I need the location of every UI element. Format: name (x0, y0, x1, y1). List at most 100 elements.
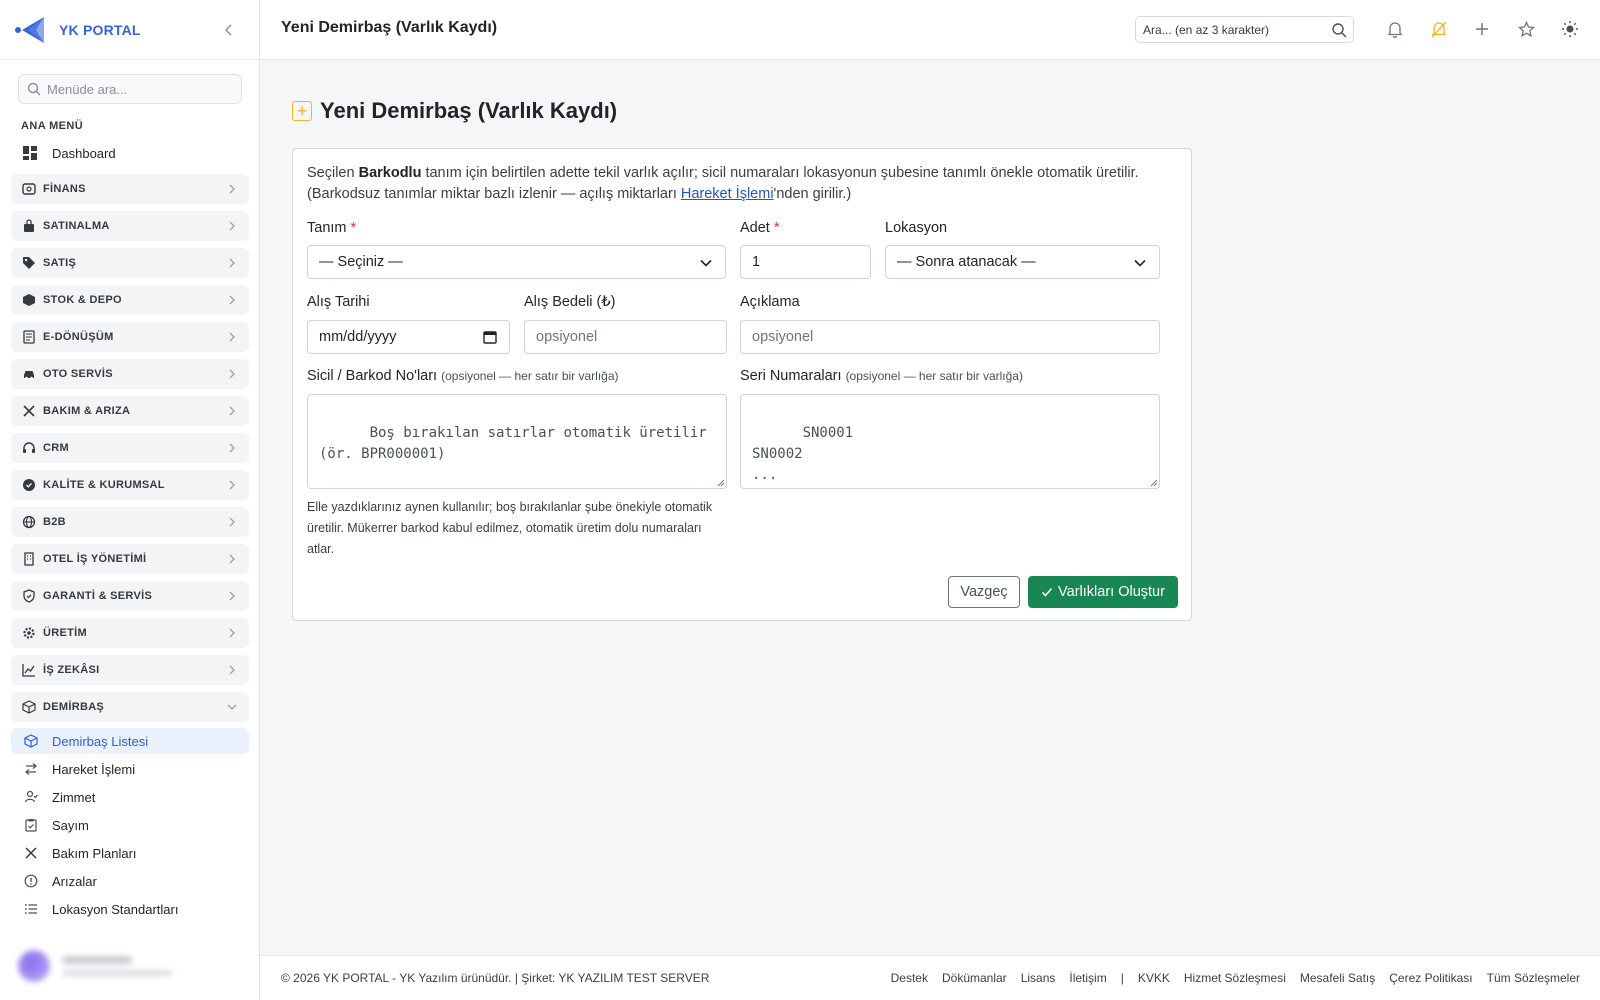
bell-icon[interactable] (1385, 19, 1405, 39)
alis-tarihi-label: Alış Tarihi (307, 294, 370, 310)
resize-grip-icon[interactable] (1150, 479, 1158, 487)
sidebar-cat-garanti-servis[interactable]: GARANTİ & SERVİS (11, 581, 249, 611)
sidebar-cat-b2b[interactable]: B2B (11, 507, 249, 537)
sidebar-cat-label: BAKIM & ARIZA (43, 405, 131, 417)
global-search[interactable] (1135, 16, 1354, 43)
sicil-textarea[interactable]: Boş bırakılan satırlar otomatik üretilir… (307, 394, 727, 489)
sidebar-item-label: Zimmet (52, 789, 96, 805)
sidebar-cat-oto-servis[interactable]: OTO SERVİS (11, 359, 249, 389)
intro-text: 'nden girilir.) (773, 186, 852, 202)
chevron-right-icon (229, 591, 235, 601)
sidebar-item-bakim-planlari[interactable]: Bakım Planları (11, 840, 249, 866)
tanim-select[interactable]: — Seçiniz — (307, 245, 726, 279)
sidebar-cat-is-zekasi[interactable]: İŞ ZEKÂSI (11, 655, 249, 685)
chevron-right-icon (229, 554, 235, 564)
seri-label: Seri Numaraları (opsiyonel — her satır b… (740, 368, 1023, 384)
sidebar-item-label: Dashboard (52, 145, 116, 161)
sidebar-item-dashboard[interactable]: Dashboard (22, 143, 116, 163)
search-icon[interactable] (1331, 22, 1347, 38)
sicil-placeholder: Boş bırakılan satırlar otomatik üretilir… (319, 425, 716, 462)
headset-icon (21, 440, 37, 456)
sidebar-cat-crm[interactable]: CRM (11, 433, 249, 463)
tag-icon (21, 255, 37, 271)
sidebar-cat-finans[interactable]: FİNANS (11, 174, 249, 204)
footer-link-lisans[interactable]: Lisans (1021, 971, 1056, 985)
chevron-right-icon (229, 184, 235, 194)
sidebar-cat-stok-depo[interactable]: STOK & DEPO (11, 285, 249, 315)
badge-check-icon (21, 477, 37, 493)
adet-input[interactable]: 1 (740, 245, 871, 279)
menu-search[interactable] (18, 74, 242, 104)
sidebar-item-sayim[interactable]: Sayım (11, 812, 249, 838)
sun-icon[interactable] (1560, 19, 1580, 39)
list-icon (23, 901, 39, 917)
sidebar-item-lokasyon-standartlari[interactable]: Lokasyon Standartları (11, 896, 249, 922)
sidebar-cat-uretim[interactable]: ÜRETİM (11, 618, 249, 648)
footer-link-cerez[interactable]: Çerez Politikası (1389, 971, 1472, 985)
brand-logo-icon (14, 13, 50, 47)
sidebar-item-hareket-islemi[interactable]: Hareket İşlemi (11, 756, 249, 782)
seri-textarea[interactable]: SN0001 SN0002 ... (740, 394, 1160, 489)
tools-icon (23, 845, 39, 861)
sidebar-cat-label: ÜRETİM (43, 627, 87, 639)
sidebar-item-zimmet[interactable]: Zimmet (11, 784, 249, 810)
sidebar-item-arizalar[interactable]: Arızalar (11, 868, 249, 894)
chevron-right-icon (229, 665, 235, 675)
sidebar-cat-demirbas[interactable]: DEMİRBAŞ (11, 692, 249, 722)
footer-link-mesafeli[interactable]: Mesafeli Satış (1300, 971, 1375, 985)
footer-link-iletisim[interactable]: İletişim (1069, 971, 1106, 985)
chevron-right-icon (229, 332, 235, 342)
aciklama-input[interactable]: opsiyonel (740, 320, 1160, 354)
alert-circle-icon (23, 873, 39, 889)
car-icon (21, 366, 37, 382)
alis-tarihi-value: mm/dd/yyyy (319, 329, 397, 345)
form-intro: Seçilen Barkodlu tanım için belirtilen a… (307, 163, 1177, 205)
sidebar-cat-label: FİNANS (43, 183, 86, 195)
required-mark: * (773, 220, 780, 236)
chevron-down-icon (227, 704, 237, 710)
sidebar-item-label: Hareket İşlemi (52, 761, 136, 777)
sidebar-cat-bakim-ariza[interactable]: BAKIM & ARIZA (11, 396, 249, 426)
sidebar-cat-otel[interactable]: OTEL İŞ YÖNETİMİ (11, 544, 249, 574)
footer-link-tum[interactable]: Tüm Sözleşmeler (1487, 971, 1580, 985)
adet-label-text: Adet (740, 220, 770, 236)
create-assets-button[interactable]: Varlıkları Oluştur (1028, 576, 1178, 608)
calendar-icon[interactable] (483, 330, 497, 344)
resize-grip-icon[interactable] (717, 479, 725, 487)
alis-tarihi-input[interactable]: mm/dd/yyyy (307, 320, 510, 354)
footer-link-dokumanlar[interactable]: Dökümanlar (942, 971, 1007, 985)
user-profile[interactable] (18, 946, 248, 986)
brand[interactable]: YK PORTAL (0, 0, 259, 60)
building-icon (21, 551, 37, 567)
footer-link-kvkk[interactable]: KVKK (1138, 971, 1170, 985)
form-heading-text: Yeni Demirbaş (Varlık Kaydı) (320, 98, 618, 123)
alis-bedeli-input[interactable]: opsiyonel (524, 320, 727, 354)
lokasyon-select[interactable]: — Sonra atanacak — (885, 245, 1160, 279)
tanim-label-text: Tanım (307, 220, 347, 236)
seri-label-text: Seri Numaraları (740, 368, 842, 384)
sidebar-cat-label: İŞ ZEKÂSI (43, 664, 100, 676)
plus-icon[interactable] (1472, 19, 1492, 39)
chevron-right-icon (229, 628, 235, 638)
sidebar-cat-kalite-kurumsal[interactable]: KALİTE & KURUMSAL (11, 470, 249, 500)
star-icon[interactable] (1516, 19, 1536, 39)
sidebar-item-demirbas-listesi[interactable]: Demirbaş Listesi (11, 728, 249, 754)
footer-link-destek[interactable]: Destek (891, 971, 928, 985)
box-icon (21, 699, 37, 715)
sidebar-cat-satinalma[interactable]: SATINALMA (11, 211, 249, 241)
alis-bedeli-placeholder: opsiyonel (536, 329, 598, 345)
sidebar-cat-e-donusum[interactable]: E-DÖNÜŞÜM (11, 322, 249, 352)
cancel-button[interactable]: Vazgeç (948, 576, 1020, 608)
avatar (18, 950, 50, 982)
global-search-input[interactable] (1143, 22, 1323, 37)
sidebar-cat-satis[interactable]: SATIŞ (11, 248, 249, 278)
menu-search-input[interactable] (47, 81, 227, 97)
sidebar-collapse-icon[interactable] (222, 21, 236, 39)
hareket-islemi-link[interactable]: Hareket İşlemi (681, 186, 774, 202)
adet-input-value: 1 (752, 254, 761, 270)
check-icon (1041, 587, 1053, 597)
bell-off-icon[interactable] (1429, 19, 1449, 39)
chart-line-icon (21, 662, 37, 678)
footer-link-hizmet[interactable]: Hizmet Sözleşmesi (1184, 971, 1286, 985)
chevron-right-icon (229, 517, 235, 527)
